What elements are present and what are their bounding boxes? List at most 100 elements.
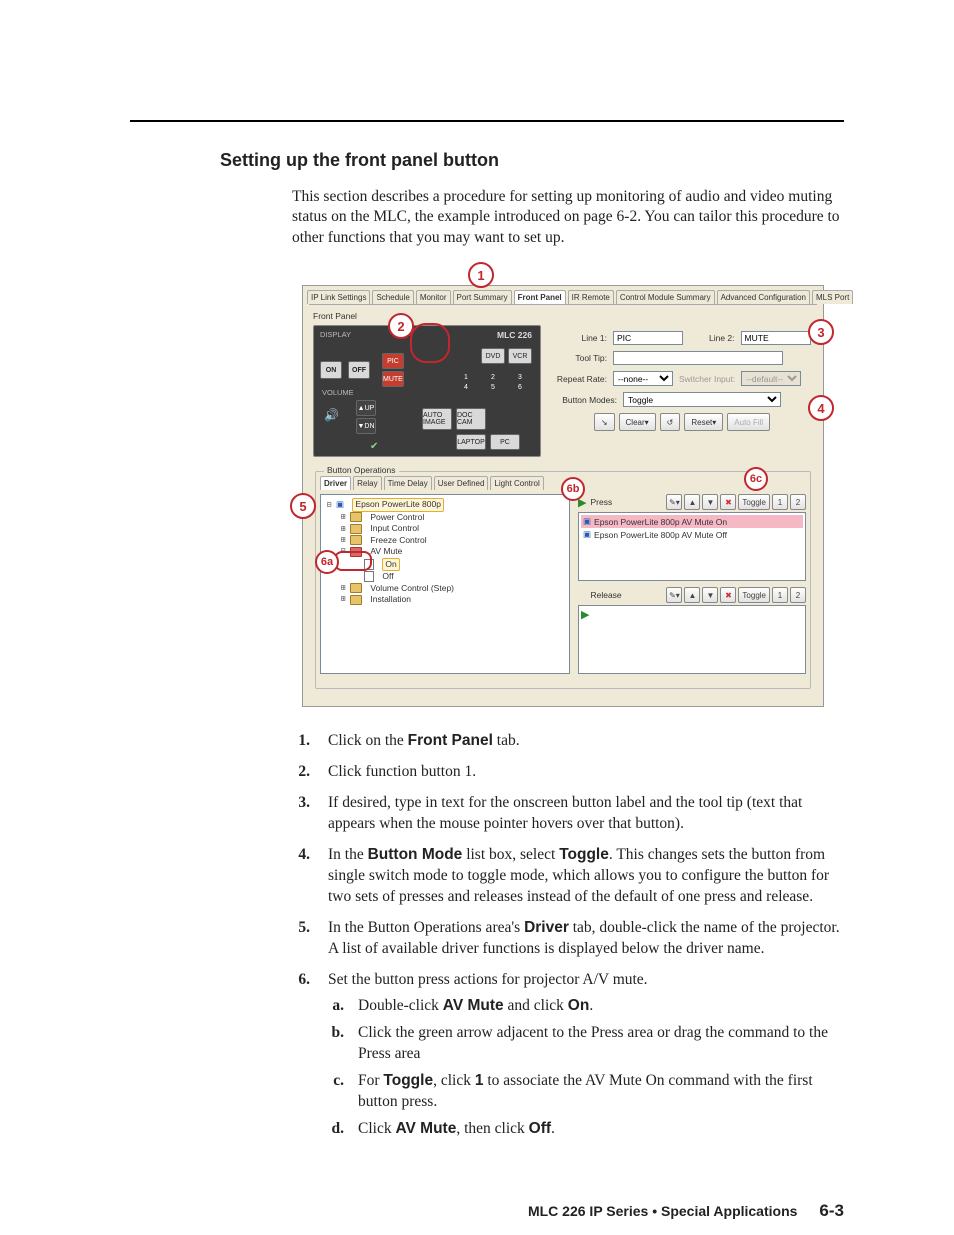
substep-body: For Toggle, click 1 to associate the AV … xyxy=(358,1071,844,1113)
auto-image-button[interactable]: AUTO IMAGE xyxy=(422,408,452,430)
display-on-button[interactable]: ON xyxy=(320,361,342,379)
input-num-5: 5 xyxy=(481,384,505,391)
tree-item[interactable]: Input Control xyxy=(370,523,419,534)
line2-input[interactable] xyxy=(741,331,811,345)
step-number: 5. xyxy=(292,918,310,960)
pointer-button[interactable]: ↘ xyxy=(594,413,615,431)
tab-ir-remote[interactable]: IR Remote xyxy=(568,290,614,304)
display-off-button[interactable]: OFF xyxy=(348,361,370,379)
step-body: In the Button Operations area's Driver t… xyxy=(328,918,844,960)
footer-page: 6-3 xyxy=(819,1201,844,1221)
input-num-4: 4 xyxy=(454,384,478,391)
tree-avmute[interactable]: AV Mute xyxy=(370,546,402,557)
button-properties-panel: Line 1: Line 2: Tool Tip: Repeat Rate: -… xyxy=(551,325,813,457)
release-toggle-1[interactable]: 1 xyxy=(772,587,788,603)
input-num-2: 2 xyxy=(481,374,505,381)
tooltip-label: Tool Tip: xyxy=(551,353,607,363)
clear-button[interactable]: Clear ▾ xyxy=(619,413,656,431)
speaker-icon: 🔊 xyxy=(324,408,339,422)
pc-button[interactable]: PC xyxy=(490,434,520,450)
vol-up-button[interactable]: ▲ UP xyxy=(356,400,376,416)
callout-3: 3 xyxy=(808,319,834,345)
line2-label: Line 2: xyxy=(709,333,735,343)
button-operations-group: Button Operations DriverRelayTime DelayU… xyxy=(315,471,811,689)
substep-label: c. xyxy=(328,1071,344,1113)
ops-tab-relay[interactable]: Relay xyxy=(353,476,381,490)
ops-tab-user-defined[interactable]: User Defined xyxy=(434,476,489,490)
press-toggle-2[interactable]: 2 xyxy=(790,494,806,510)
ops-tab-light-control[interactable]: Light Control xyxy=(490,476,543,490)
release-up[interactable]: ▲ xyxy=(684,587,700,603)
reset-button[interactable]: Reset ▾ xyxy=(684,413,723,431)
tree-vol[interactable]: Volume Control (Step) xyxy=(370,583,454,594)
repeat-label: Repeat Rate: xyxy=(551,374,607,384)
tree-on[interactable]: On xyxy=(382,558,399,571)
cmd-2[interactable]: Epson PowerLite 800p AV Mute Off xyxy=(594,530,727,540)
press-del[interactable]: ✖ xyxy=(720,494,736,510)
laptop-button[interactable]: LAPTOP xyxy=(456,434,486,450)
mode-label: Button Modes: xyxy=(551,395,617,405)
step-number: 2. xyxy=(292,762,310,783)
check-icon: ✔ xyxy=(370,441,378,452)
intro-paragraph: This section describes a procedure for s… xyxy=(292,187,844,250)
press-toggle-1[interactable]: 1 xyxy=(772,494,788,510)
tree-item[interactable]: Power Control xyxy=(370,512,424,523)
ops-tab-time-delay[interactable]: Time Delay xyxy=(384,476,432,490)
line1-input[interactable] xyxy=(613,331,683,345)
tree-root[interactable]: Epson PowerLite 800p xyxy=(352,498,444,511)
repeat-select[interactable]: --none-- xyxy=(613,371,673,386)
mute-button[interactable]: MUTE xyxy=(382,371,404,387)
pic-button[interactable]: PIC xyxy=(382,353,404,369)
screenshot-figure: IP Link SettingsScheduleMonitorPort Summ… xyxy=(292,267,832,707)
driver-tree[interactable]: ⊟▣ Epson PowerLite 800p ⊞ Power Control⊞… xyxy=(320,494,570,674)
step-body: If desired, type in text for the onscree… xyxy=(328,793,844,835)
vcr-button[interactable]: VCR xyxy=(508,348,532,364)
dvd-button[interactable]: DVD xyxy=(481,348,505,364)
ops-tab-driver[interactable]: Driver xyxy=(320,476,351,490)
substep-body: Double-click AV Mute and click On. xyxy=(358,996,844,1017)
step-body: Click on the Front Panel tab. xyxy=(328,731,844,752)
doc-cam-button[interactable]: DOC CAM xyxy=(456,408,486,430)
tree-off[interactable]: Off xyxy=(382,571,393,582)
steps-list: 1.Click on the Front Panel tab.2.Click f… xyxy=(292,731,844,1146)
tooltip-input[interactable] xyxy=(613,351,783,365)
tab-port-summary[interactable]: Port Summary xyxy=(453,290,512,304)
press-up[interactable]: ▲ xyxy=(684,494,700,510)
callout-4: 4 xyxy=(808,395,834,421)
volume-label: VOLUME xyxy=(322,388,354,397)
tree-item[interactable]: Freeze Control xyxy=(370,535,426,546)
release-down[interactable]: ▼ xyxy=(702,587,718,603)
footer-title: MLC 226 IP Series • Special Applications xyxy=(528,1203,797,1219)
release-tool-1[interactable]: ✎▾ xyxy=(666,587,682,603)
step-body: Click function button 1. xyxy=(328,762,844,783)
substep-body: Click the green arrow adjacent to the Pr… xyxy=(358,1023,844,1065)
press-toggle-button[interactable]: Toggle xyxy=(738,494,770,510)
press-tool-1[interactable]: ✎▾ xyxy=(666,494,682,510)
substep-body: Click AV Mute, then click Off. xyxy=(358,1119,844,1140)
tab-ip-link-settings[interactable]: IP Link Settings xyxy=(307,290,370,304)
button-mode-select[interactable]: Toggle xyxy=(623,392,781,407)
press-label: Press xyxy=(590,497,632,507)
reset-icon-button[interactable]: ↺ xyxy=(660,413,681,431)
tab-front-panel[interactable]: Front Panel xyxy=(514,290,566,304)
tab-schedule[interactable]: Schedule xyxy=(372,290,413,304)
release-del[interactable]: ✖ xyxy=(720,587,736,603)
release-toggle-button[interactable]: Toggle xyxy=(738,587,770,603)
tab-control-module-summary[interactable]: Control Module Summary xyxy=(616,290,715,304)
release-toggle-2[interactable]: 2 xyxy=(790,587,806,603)
cmd-1[interactable]: Epson PowerLite 800p AV Mute On xyxy=(594,517,727,527)
tree-install[interactable]: Installation xyxy=(370,594,411,605)
press-down[interactable]: ▼ xyxy=(702,494,718,510)
vol-dn-button[interactable]: ▼ DN xyxy=(356,418,376,434)
substep-label: d. xyxy=(328,1119,344,1140)
tab-advanced-configuration[interactable]: Advanced Configuration xyxy=(717,290,810,304)
tab-monitor[interactable]: Monitor xyxy=(416,290,451,304)
input-num-1: 1 xyxy=(454,374,478,381)
tab-mls-port[interactable]: MLS Port xyxy=(812,290,853,304)
input-num-6: 6 xyxy=(508,384,532,391)
release-arrow-icon[interactable]: ▶ xyxy=(581,609,589,621)
page-footer: MLC 226 IP Series • Special Applications… xyxy=(528,1201,844,1221)
press-command-list[interactable]: ▣Epson PowerLite 800p AV Mute On ▣Epson … xyxy=(578,512,806,581)
release-command-list[interactable]: ▶ xyxy=(578,605,806,674)
tab-bar: IP Link SettingsScheduleMonitorPort Summ… xyxy=(303,286,823,304)
